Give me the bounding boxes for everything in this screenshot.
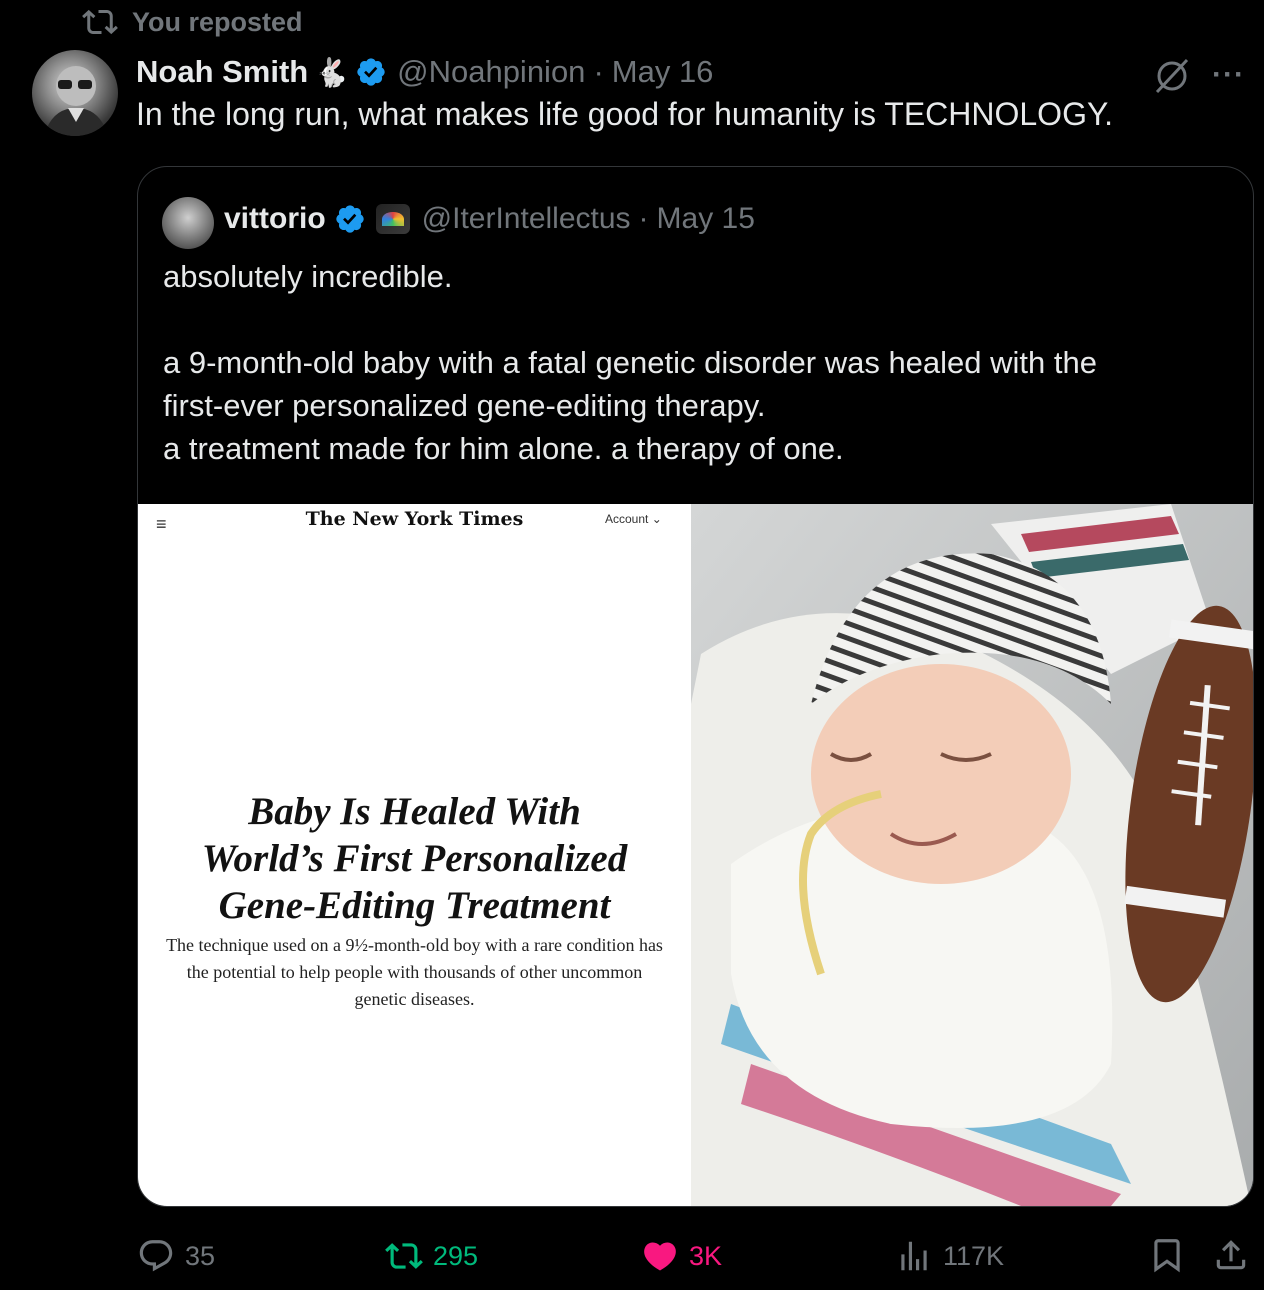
views-count: 117K <box>943 1240 1005 1271</box>
author-name[interactable]: Noah Smith <box>136 54 308 90</box>
quoted-verified-badge-icon[interactable] <box>334 203 366 235</box>
quoted-author-name[interactable]: vittorio <box>224 202 326 236</box>
dot-separator: · <box>593 54 604 89</box>
grok-icon[interactable] <box>1152 56 1192 96</box>
nyt-account-link: Account ⌄ <box>605 512 662 526</box>
like-count: 3K <box>689 1240 723 1271</box>
post-date[interactable]: May 16 <box>612 54 714 90</box>
post-header: Noah Smith 🐇 @Noahpinion · May 16 <box>136 50 713 94</box>
verified-badge-icon[interactable] <box>355 56 387 88</box>
reply-count: 35 <box>185 1240 216 1271</box>
author-handle[interactable]: @Noahpinion <box>397 54 585 90</box>
baby-photo-illustration <box>691 504 1253 1206</box>
bookmark-icon[interactable] <box>1148 1236 1186 1274</box>
rabbit-emoji: 🐇 <box>314 56 350 88</box>
quoted-author-avatar[interactable] <box>162 197 214 249</box>
affiliation-badge-icon[interactable] <box>375 204 410 234</box>
avatar-portrait <box>44 66 108 136</box>
post-actions: 35 295 3K 117K <box>0 1230 1264 1282</box>
views-chart-icon <box>901 1241 927 1271</box>
quoted-post-card[interactable]: vittorio @IterIntellectus · May 15 absol… <box>137 166 1254 1207</box>
nyt-article-screenshot[interactable]: ≡ The New York Times Account ⌄ Baby Is H… <box>138 504 691 1206</box>
quoted-post-date[interactable]: May 15 <box>657 202 755 236</box>
quoted-author-handle[interactable]: @IterIntellectus <box>422 202 631 236</box>
share-icon[interactable] <box>1212 1236 1250 1274</box>
quoted-post-text: absolutely incredible. a 9-month-old bab… <box>163 259 1097 466</box>
baby-photo[interactable] <box>691 504 1253 1206</box>
article-subhead: The technique used on a 9½-month-old boy… <box>166 935 663 1009</box>
reply-icon <box>139 1240 173 1272</box>
post-text: In the long run, what makes life good fo… <box>136 96 1114 132</box>
quoted-post-media[interactable]: ≡ The New York Times Account ⌄ Baby Is H… <box>138 504 1253 1206</box>
quoted-post-header: vittorio @IterIntellectus · May 15 <box>224 197 755 241</box>
author-avatar[interactable] <box>32 50 118 136</box>
repost-label: You reposted <box>132 6 303 37</box>
heart-icon <box>644 1242 676 1271</box>
article-headline: Baby Is Healed With World’s First Person… <box>201 790 628 927</box>
views-button[interactable]: 117K <box>895 1230 1004 1282</box>
repost-count: 295 <box>433 1240 479 1271</box>
more-options-icon[interactable]: ··· <box>1212 58 1245 92</box>
repost-button[interactable]: 295 <box>385 1230 478 1282</box>
like-button[interactable]: 3K <box>641 1230 722 1282</box>
repost-icon <box>82 9 118 35</box>
reply-button[interactable]: 35 <box>137 1230 215 1282</box>
repost-header: You reposted <box>82 4 303 40</box>
quoted-dot-separator: · <box>638 202 649 235</box>
repost-action-icon <box>385 1243 423 1269</box>
